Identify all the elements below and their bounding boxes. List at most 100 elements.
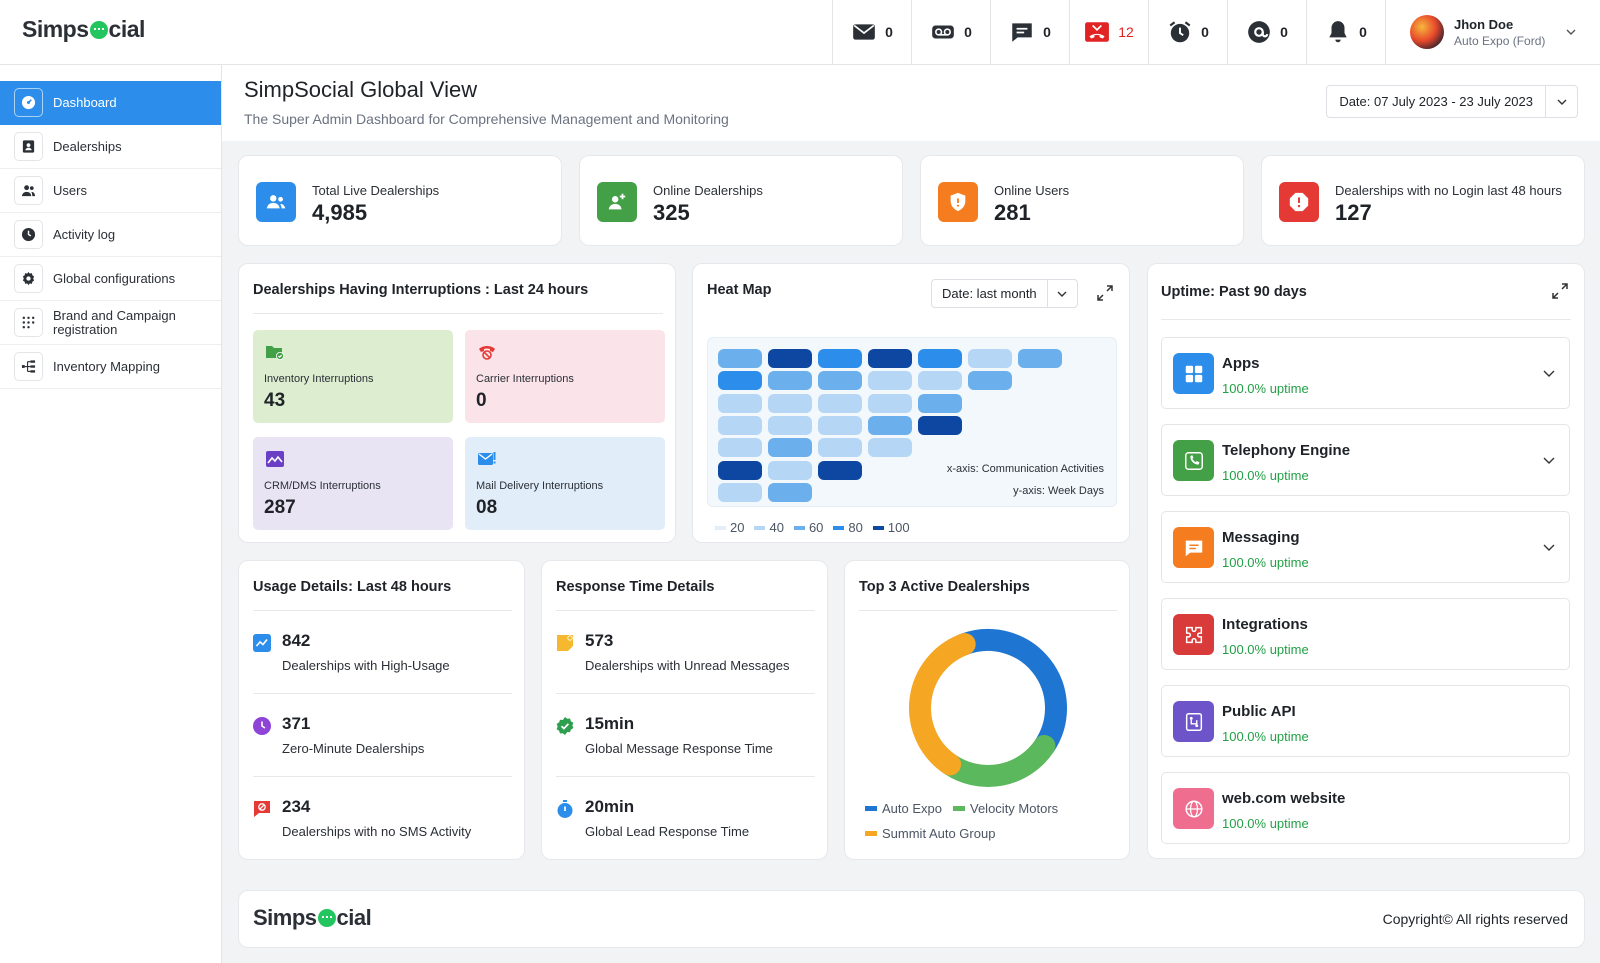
heatmap-cell[interactable] [768, 349, 812, 368]
alarm-icon [1169, 21, 1191, 43]
bell-icon [1329, 21, 1347, 43]
chevron-down-icon [1046, 280, 1077, 307]
heatmap-cell[interactable] [818, 415, 862, 435]
footer: Simps cial Copyright© All rights reserved [238, 890, 1585, 948]
message-block-icon [254, 801, 270, 817]
heatmap-cell[interactable] [818, 349, 862, 368]
expand-icon[interactable] [1097, 285, 1113, 301]
interruptions-card: Dealerships Having Interruptions : Last … [238, 263, 676, 543]
heatmap-cell[interactable] [718, 393, 762, 413]
heatmap-y-axis-note: y-axis: Week Days [1013, 485, 1104, 497]
user-add-icon [597, 182, 637, 222]
heatmap-cell[interactable] [768, 460, 812, 480]
mail-icon [853, 24, 875, 40]
heatmap-cell[interactable] [718, 349, 762, 368]
user-menu[interactable]: Jhon Doe Auto Expo (Ford) [1385, 0, 1600, 64]
sidebar-item-global-configurations[interactable]: Global configurations [0, 257, 221, 301]
heatmap-cell[interactable] [718, 415, 762, 435]
chevron-down-icon [1566, 29, 1576, 35]
sidebar-item-users[interactable]: Users [0, 169, 221, 213]
sidebar-item-dashboard[interactable]: Dashboard [0, 81, 221, 125]
apps-grid-icon [1173, 353, 1214, 394]
heatmap-cell[interactable] [718, 438, 762, 458]
stopwatch-icon [557, 800, 573, 818]
heatmap-cell[interactable] [768, 415, 812, 435]
bell-counter[interactable]: 0 [1306, 0, 1385, 64]
heatmap-cell[interactable] [818, 438, 862, 458]
heatmap-cell[interactable] [868, 371, 912, 391]
heatmap-cell[interactable] [868, 438, 912, 458]
uptime-item-web-com-website[interactable]: web.com website 100.0% uptime [1161, 772, 1570, 844]
expand-icon[interactable] [1552, 283, 1568, 299]
date-range-select[interactable]: Date: 07 July 2023 - 23 July 2023 [1326, 85, 1578, 118]
heatmap-cell[interactable] [818, 393, 862, 413]
chevron-down-icon[interactable] [1543, 454, 1555, 466]
heatmap-cell[interactable] [968, 371, 1012, 391]
trending-up-icon [253, 634, 271, 652]
heatmap-cell[interactable] [768, 393, 812, 413]
carrier-interruptions-tile[interactable]: Carrier Interruptions 0 [465, 330, 665, 423]
chat-counter[interactable]: 0 [990, 0, 1069, 64]
heatmap-cell[interactable] [768, 371, 812, 391]
usage-details-title: Usage Details: Last 48 hours [253, 579, 452, 595]
uptime-item-apps[interactable]: Apps 100.0% uptime [1161, 337, 1570, 409]
footer-logo: Simps cial [253, 905, 372, 930]
missed-call-icon [1085, 22, 1110, 42]
alarm-counter[interactable]: 0 [1148, 0, 1227, 64]
missed-call-counter[interactable]: 12 [1069, 0, 1148, 64]
donut-slice-velocity-motors[interactable] [939, 734, 1056, 787]
response-time-card: Response Time Details 573 Dealerships wi… [541, 560, 828, 860]
page-title: SimpSocial Global View [244, 77, 478, 102]
heatmap-cell[interactable] [768, 438, 812, 458]
uptime-item-messaging[interactable]: Messaging 100.0% uptime [1161, 511, 1570, 583]
uptime-item-telephony-engine[interactable]: Telephony Engine 100.0% uptime [1161, 424, 1570, 496]
heatmap-cell[interactable] [918, 371, 962, 391]
legend-velocity-motors: Velocity Motors [953, 801, 1058, 816]
heatmap-cell[interactable] [818, 371, 862, 391]
inventory-interruptions-tile[interactable]: Inventory Interruptions 43 [253, 330, 453, 423]
stat-online-dealerships: Online Dealerships 325 [579, 155, 903, 246]
legend-item-60: 60 [793, 520, 823, 535]
notification-counters: 0 0 0 12 0 0 0 Jhon Doe Auto Expo (Ford) [832, 0, 1600, 64]
user-org: Auto Expo (Ford) [1454, 33, 1546, 48]
chevron-down-icon[interactable] [1543, 541, 1555, 553]
alert-icon [1279, 182, 1319, 222]
gear-icon [14, 264, 43, 293]
donut-slice-auto-expo[interactable] [953, 629, 1067, 757]
heatmap-cell[interactable] [718, 482, 762, 502]
voicemail-counter[interactable]: 0 [911, 0, 990, 64]
heatmap-cell[interactable] [868, 393, 912, 413]
sidebar-item-dealerships[interactable]: Dealerships [0, 125, 221, 169]
crm-dms-interruptions-tile[interactable]: CRM/DMS Interruptions 287 [253, 437, 453, 530]
heatmap-cell[interactable] [818, 460, 862, 480]
heatmap-card: Heat Map Date: last month x-axis: Commun… [692, 263, 1130, 543]
sidebar-item-activity-log[interactable]: Activity log [0, 213, 221, 257]
user-name: Jhon Doe [1454, 16, 1514, 32]
chevron-down-icon[interactable] [1543, 367, 1555, 379]
donut-slice-summit-auto-group[interactable] [909, 633, 976, 776]
heatmap-cell[interactable] [768, 482, 812, 502]
clock-icon [253, 717, 271, 735]
sidebar: Dashboard Dealerships Users Activity log… [0, 65, 222, 963]
heatmap-cell[interactable] [718, 371, 762, 391]
copyright-text: Copyright© All rights reserved [1382, 911, 1568, 927]
heatmap-cell[interactable] [918, 415, 962, 435]
uptime-item-public-api[interactable]: Public API 100.0% uptime [1161, 685, 1570, 757]
mail-delivery-interruptions-tile[interactable]: Mail Delivery Interruptions 08 [465, 437, 665, 530]
heatmap-date-select[interactable]: Date: last month [931, 279, 1078, 308]
heatmap-cell[interactable] [718, 460, 762, 480]
image-chart-icon [266, 451, 284, 467]
heatmap-cell[interactable] [918, 349, 962, 368]
mention-counter[interactable]: 0 [1227, 0, 1306, 64]
sidebar-item-brand-campaign-registration[interactable]: Brand and Campaign registration [0, 301, 221, 345]
heatmap-cell[interactable] [868, 415, 912, 435]
uptime-item-integrations[interactable]: Integrations 100.0% uptime [1161, 598, 1570, 670]
heatmap-cell[interactable] [1018, 349, 1062, 368]
telephone-off-icon [479, 346, 495, 360]
heatmap-cell[interactable] [968, 349, 1012, 368]
heatmap-cell[interactable] [918, 393, 962, 413]
heatmap-cell[interactable] [868, 349, 912, 368]
mail-counter[interactable]: 0 [832, 0, 911, 64]
app-logo[interactable]: Simps cial [22, 16, 145, 43]
sidebar-item-inventory-mapping[interactable]: Inventory Mapping [0, 345, 221, 389]
